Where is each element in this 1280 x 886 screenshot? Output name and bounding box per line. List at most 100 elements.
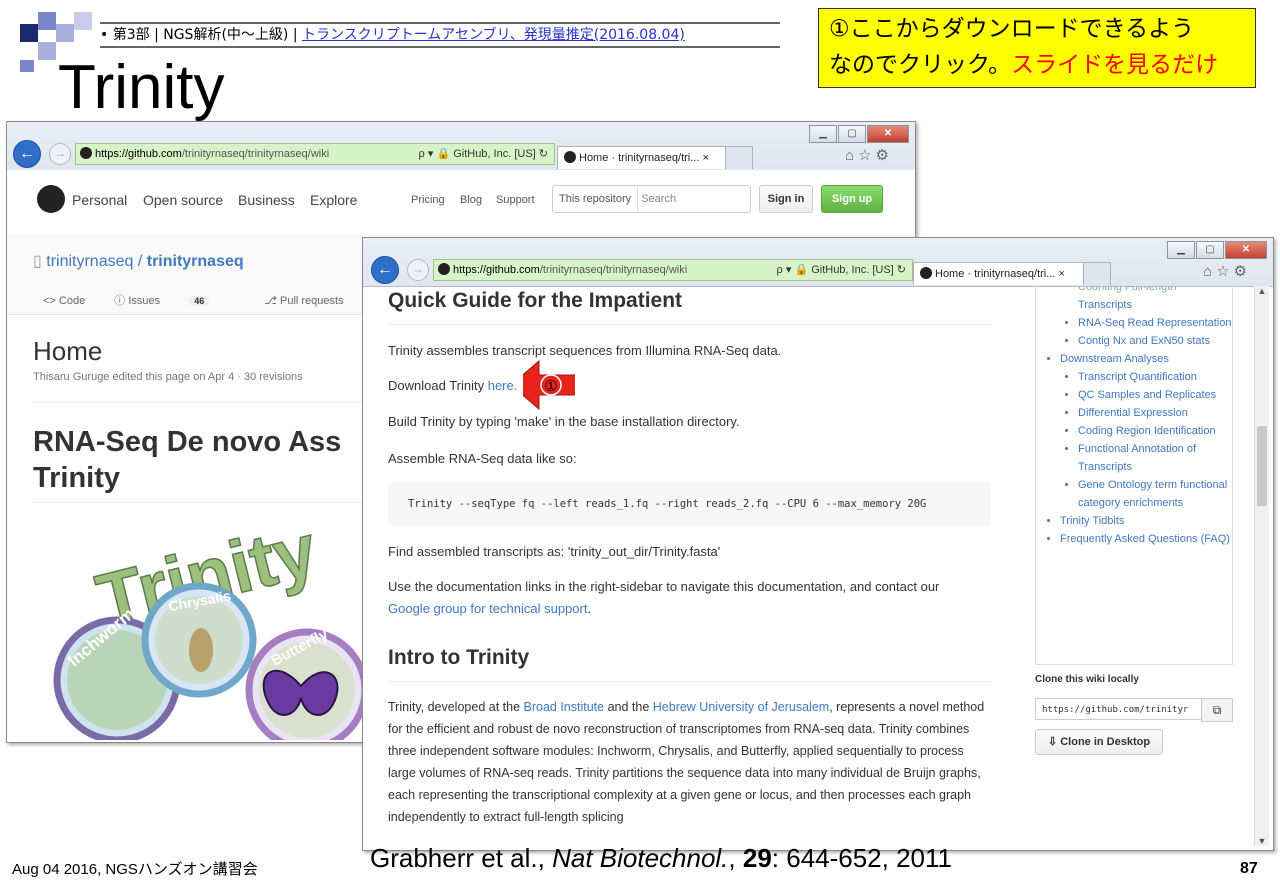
sidebar-item-faq[interactable]: Frequently Asked Questions (FAQ)	[1060, 530, 1232, 548]
minimize-button[interactable]: ▁	[1167, 241, 1195, 259]
sidebar-item-differential-expression[interactable]: Differential Expression	[1078, 404, 1232, 422]
close-button[interactable]: ✕	[867, 125, 909, 143]
instruction-note: ①ここからダウンロードできるよう なのでクリック。スライドを見るだけ	[818, 8, 1256, 88]
address-bar[interactable]: https://github.com/trinityrnaseq/trinity…	[75, 143, 555, 165]
breadcrumb-link[interactable]: トランスクリプトームアセンブリ、発現量推定(2016.08.04)	[302, 27, 685, 43]
github-favicon-icon	[438, 263, 450, 275]
sign-in-button[interactable]: Sign in	[759, 185, 813, 213]
home-icon[interactable]: ⌂	[845, 147, 858, 164]
browser-window-front: ▁ ▢ ✕ ← → https://github.com/trinityrnas…	[362, 237, 1274, 851]
google-group-link[interactable]: Google group for technical support	[388, 601, 587, 616]
red-arrow-marker: ①	[523, 359, 575, 411]
sign-up-button[interactable]: Sign up	[821, 185, 883, 213]
tab-title: Home · trinityrnaseq/tri... ×	[579, 152, 709, 164]
paragraph-assembles: Trinity assembles transcript sequences f…	[388, 343, 782, 358]
window-controls: ▁ ▢ ✕	[808, 125, 909, 143]
back-button[interactable]: ←	[13, 140, 41, 168]
nav-pricing[interactable]: Pricing	[411, 194, 445, 206]
github-header: Personal Open source Business Explore Pr…	[7, 170, 915, 235]
paragraph-find-transcripts: Find assembled transcripts as: 'trinity_…	[388, 544, 721, 559]
paragraph-assemble-like: Assemble RNA-Seq data like so:	[388, 451, 577, 466]
wiki-heading-line-2: Trinity	[33, 462, 121, 494]
sidebar-item-go-enrichment[interactable]: Gene Ontology term functional category e…	[1078, 476, 1232, 512]
repo-icon: ▯	[33, 253, 47, 270]
forward-button[interactable]: →	[407, 259, 429, 281]
repo-owner-link[interactable]: trinityrnaseq /	[46, 253, 146, 270]
sidebar-item-tidbits[interactable]: Trinity Tidbits	[1060, 512, 1232, 530]
search-placeholder: Search	[641, 193, 677, 205]
edit-history[interactable]: Thisaru Guruge edited this page on Apr 4…	[33, 371, 303, 383]
sidebar-item-quantification[interactable]: Transcript Quantification	[1078, 368, 1232, 386]
settings-gear-icon[interactable]: ⚙	[876, 147, 893, 164]
nav-explore[interactable]: Explore	[310, 192, 357, 208]
clone-in-desktop-button[interactable]: ⇩ Clone in Desktop	[1035, 729, 1163, 755]
new-tab-button[interactable]	[1083, 262, 1111, 285]
copy-to-clipboard-icon[interactable]: ⧉	[1201, 698, 1233, 722]
sidebar-item-cut[interactable]: Counting Full-length	[1078, 286, 1232, 296]
paragraph-intro: Trinity, developed at the Broad Institut…	[388, 696, 988, 828]
repo-name-link[interactable]: trinityrnaseq	[147, 253, 244, 270]
paragraph-download: Download Trinity here.	[388, 378, 517, 393]
minimize-button[interactable]: ▁	[809, 125, 837, 143]
scroll-up-arrow-icon[interactable]: ▲	[1255, 286, 1269, 296]
hebrew-university-link[interactable]: Hebrew University of Jerusalem	[653, 700, 829, 714]
citation: Grabherr et al., Nat Biotechnol., 29: 64…	[370, 843, 953, 873]
marker-label: ①	[544, 377, 557, 395]
sidebar-item-transcripts[interactable]: Transcripts	[1078, 296, 1232, 314]
search-scope: This repository	[553, 186, 639, 212]
sidebar-item-contig-stats[interactable]: Contig Nx and ExN50 stats	[1078, 332, 1232, 350]
sidebar-item-coding-region[interactable]: Coding Region Identification	[1078, 422, 1232, 440]
broad-institute-link[interactable]: Broad Institute	[524, 700, 605, 714]
sidebar-toc: Counting Full-length Transcripts RNA-Seq…	[1036, 286, 1232, 548]
download-here-link[interactable]: here.	[488, 378, 518, 393]
sidebar-toc-group-upper: Counting Full-length Transcripts RNA-Seq…	[1060, 286, 1232, 350]
nav-blog[interactable]: Blog	[460, 194, 482, 206]
sidebar-toc-upper-list: Counting Full-length Transcripts RNA-Seq…	[1060, 286, 1232, 350]
scroll-down-arrow-icon[interactable]: ▼	[1255, 836, 1269, 846]
back-button[interactable]: ←	[371, 256, 399, 284]
tab-issues[interactable]: ⓘ Issues 46	[114, 295, 235, 307]
nav-support[interactable]: Support	[496, 194, 535, 206]
sidebar-item-downstream[interactable]: Downstream Analyses Transcript Quantific…	[1060, 350, 1232, 512]
search-input[interactable]: This repository Search	[552, 185, 751, 213]
favorites-star-icon[interactable]: ☆	[1216, 263, 1233, 280]
favorites-star-icon[interactable]: ☆	[858, 147, 875, 164]
tab-title: Home · trinityrnaseq/tri... ×	[935, 268, 1065, 280]
divider	[388, 681, 991, 682]
note-line-2-text: なのでクリック。	[829, 52, 1012, 78]
sidebar-item-qc-samples[interactable]: QC Samples and Replicates	[1078, 386, 1232, 404]
github-logo-icon[interactable]	[37, 185, 65, 213]
tab-code[interactable]: <> Code	[43, 295, 85, 307]
forward-button[interactable]: →	[49, 143, 71, 165]
settings-gear-icon[interactable]: ⚙	[1234, 263, 1251, 280]
close-button[interactable]: ✕	[1225, 241, 1267, 259]
scrollbar-thumb[interactable]	[1257, 426, 1267, 506]
browser-tab-home[interactable]: Home · trinityrnaseq/tri... ×	[557, 146, 731, 169]
citation-journal: Nat Biotechnol.	[552, 843, 729, 873]
clone-wiki-label: Clone this wiki locally	[1035, 674, 1139, 685]
new-tab-button[interactable]	[725, 146, 753, 169]
maximize-button[interactable]: ▢	[1196, 241, 1224, 259]
wiki-heading-line-1: RNA-Seq De novo Ass	[33, 426, 342, 458]
page-scrollbar[interactable]: ▲ ▼	[1254, 286, 1269, 846]
note-line-2-red: スライドを見るだけ	[1011, 52, 1219, 78]
sidebar-item-functional-annotation[interactable]: Functional Annotation of Transcripts	[1078, 440, 1232, 476]
home-icon[interactable]: ⌂	[1203, 263, 1216, 280]
note-line-2: なのでクリック。スライドを見るだけ	[829, 47, 1245, 83]
download-text: Download Trinity	[388, 378, 488, 393]
repo-title: ▯ trinityrnaseq / trinityrnaseq	[33, 251, 244, 271]
tab-favicon-icon	[920, 267, 932, 279]
nav-personal[interactable]: Personal	[72, 192, 127, 208]
url-path: /trinityrnaseq/trinityrnaseq/wiki	[539, 264, 688, 276]
nav-open-source[interactable]: Open source	[143, 192, 223, 208]
sidebar-item-read-representation[interactable]: RNA-Seq Read Representation	[1078, 314, 1232, 332]
github-favicon-icon	[80, 147, 92, 159]
issues-count-badge: 46	[189, 296, 210, 306]
intro-text-1: Trinity, developed at the	[388, 700, 524, 714]
browser-tab-home[interactable]: Home · trinityrnaseq/tri... ×	[913, 262, 1089, 285]
desktop-download-icon: ⇩	[1047, 736, 1061, 748]
nav-business[interactable]: Business	[238, 192, 295, 208]
maximize-button[interactable]: ▢	[838, 125, 866, 143]
address-bar[interactable]: https://github.com/trinityrnaseq/trinity…	[433, 259, 913, 281]
wiki-heading: RNA-Seq De novo Ass Trinity	[33, 424, 341, 496]
